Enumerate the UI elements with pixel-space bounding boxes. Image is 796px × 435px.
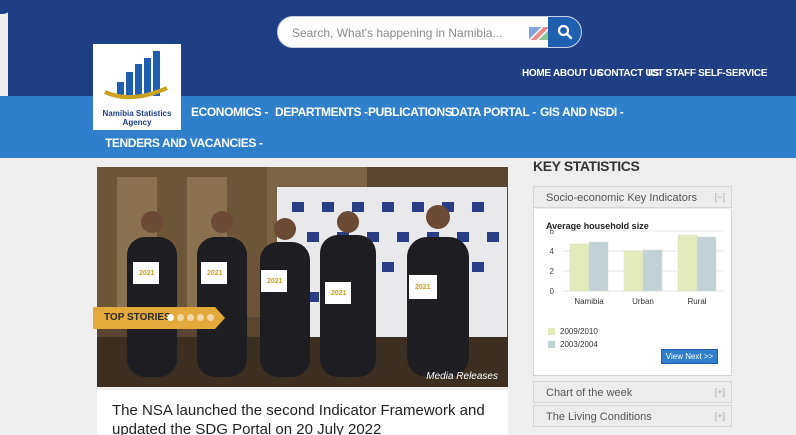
slide-dot[interactable] [177, 314, 184, 321]
legend-swatch [548, 341, 555, 348]
panel-label: Chart of the week [546, 387, 633, 399]
bar [623, 250, 644, 292]
household-size-chart: 0 2 4 6 Namibia Urban Rural [550, 229, 724, 306]
y-tick-label: 6 [550, 229, 555, 236]
y-tick-label: 0 [550, 287, 555, 296]
slide-dot[interactable] [167, 314, 174, 321]
nsa-logo[interactable]: Namibia Statistics Agency [93, 44, 181, 130]
slide-dot[interactable] [187, 314, 194, 321]
panel-socio-economic[interactable]: Socio-economic Key Indicators [−] [533, 186, 732, 208]
top-stories-badge: TOP STORIES [93, 307, 225, 329]
menu-gis-nsdi[interactable]: GIS AND NSDI - [540, 105, 624, 119]
menu-tenders[interactable]: TENDERS AND VACANCIES - [105, 136, 263, 150]
legend-item: 2009/2010 [548, 327, 598, 336]
nav-home[interactable]: HOME [522, 68, 551, 82]
logo-text: Namibia Statistics Agency [102, 109, 172, 127]
hero-slideshow[interactable]: 2021 2021 2021 2021 2021 Media Releases [97, 167, 508, 387]
search-button[interactable] [548, 17, 581, 47]
collapse-toggle[interactable]: [−] [715, 192, 725, 202]
key-statistics-title: KEY STATISTICS [533, 158, 640, 174]
bar [696, 236, 717, 292]
panel-chart-of-week[interactable]: Chart of the week [+] [533, 381, 732, 403]
legend-swatch [548, 328, 555, 335]
booklet-year: 2021 [331, 290, 347, 297]
nav-ict-staff[interactable]: ICT STAFF SELF-SERVICE [648, 68, 767, 82]
booklet-year: 2021 [139, 270, 155, 277]
nav-about-us[interactable]: ABOUT US [553, 68, 603, 82]
x-tick-label: Namibia [574, 297, 604, 306]
bar [677, 234, 698, 292]
slide-dot[interactable] [207, 314, 214, 321]
slide-dots[interactable] [167, 314, 214, 321]
hero-photo-image: 2021 2021 2021 2021 2021 [97, 167, 508, 387]
story-headline-box: The NSA launched the second Indicator Fr… [97, 390, 508, 435]
x-tick-label: Rural [687, 297, 706, 306]
bar [569, 243, 590, 292]
panel-living-conditions[interactable]: The Living Conditions [+] [533, 405, 732, 427]
search-icon [557, 24, 573, 40]
legend-label: 2009/2010 [560, 327, 598, 336]
legend-item: 2003/2004 [548, 340, 598, 349]
bar-chart-logo-icon [104, 51, 168, 100]
menu-departments[interactable]: DEPARTMENTS - [275, 105, 368, 119]
bar [588, 241, 609, 292]
booklet-year: 2021 [415, 284, 431, 291]
search-input[interactable]: Search, What's happening in Namibia... [292, 26, 502, 40]
top-stories-label: TOP STORIES [104, 312, 171, 323]
indicator-chart-panel: Average household size 0 2 4 6 Namibia Urban R… [533, 209, 732, 376]
menu-publications[interactable]: PUBLICATIONS [368, 105, 453, 119]
search-bar[interactable]: Search, What's happening in Namibia... [277, 16, 582, 48]
expand-toggle[interactable]: [+] [715, 411, 725, 421]
slide-dot[interactable] [197, 314, 204, 321]
y-tick-label: 2 [550, 267, 555, 276]
story-headline[interactable]: The NSA launched the second Indicator Fr… [112, 401, 502, 435]
legend-label: 2003/2004 [560, 340, 598, 349]
view-next-button[interactable]: View Next >> [661, 349, 718, 364]
bar [642, 249, 663, 292]
panel-label: The Living Conditions [546, 411, 652, 423]
x-tick-label: Urban [632, 297, 654, 306]
booklet-year: 2021 [267, 278, 283, 285]
expand-toggle[interactable]: [+] [715, 387, 725, 397]
menu-data-portal[interactable]: DATA PORTAL - [451, 105, 536, 119]
media-releases-caption[interactable]: Media Releases [426, 371, 498, 382]
booklet-year: 2021 [207, 270, 223, 277]
panel-label: Socio-economic Key Indicators [546, 192, 698, 204]
menu-economics[interactable]: ECONOMICS - [191, 105, 268, 119]
y-tick-label: 4 [550, 247, 555, 256]
